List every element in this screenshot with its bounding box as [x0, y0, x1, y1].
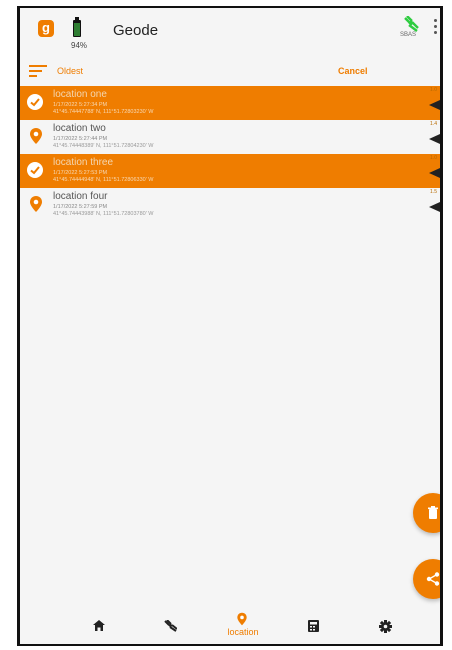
location-coords: 41°45.74447788' N, 111°51.72803230' W: [53, 109, 154, 115]
accuracy-tag: 1.0: [430, 155, 437, 161]
sort-bar: Oldest Cancel: [20, 60, 440, 86]
gps-icon[interactable]: [402, 16, 420, 32]
app-bar: g 94% Geode SBAS: [20, 8, 440, 60]
location-coords: 41°45.74444948' N, 111°51.72806330' W: [53, 177, 154, 183]
device-screen: g 94% Geode SBAS Oldest Cancel location …: [17, 6, 443, 646]
battery-icon: [73, 17, 81, 37]
location-name: location one: [53, 89, 107, 100]
nav-settings[interactable]: [366, 608, 406, 644]
location-coords: 41°45.74448389' N, 111°51.72804230' W: [53, 143, 154, 149]
pin-icon: [30, 128, 42, 144]
location-list: location one 1/17/2022 5:27:34 PM 41°45.…: [20, 86, 440, 222]
location-date: 1/17/2022 5:27:44 PM: [53, 136, 108, 142]
delete-button[interactable]: [413, 493, 440, 533]
satellite-icon: [164, 620, 177, 632]
nav-home[interactable]: [80, 608, 120, 644]
pin-icon: [237, 612, 247, 626]
location-name: location four: [53, 191, 108, 202]
chevron-left-icon[interactable]: [429, 168, 440, 178]
list-item[interactable]: location two 1/17/2022 5:27:44 PM 41°45.…: [20, 120, 440, 154]
nav-satellite[interactable]: [151, 608, 191, 644]
chevron-left-icon[interactable]: [429, 202, 440, 212]
location-coords: 41°45.74443988' N, 111°51.72803780' W: [53, 211, 154, 217]
app-title: Geode: [113, 22, 159, 39]
cancel-button[interactable]: Cancel: [338, 66, 368, 76]
nav-location-label: location: [227, 627, 259, 637]
location-name: location three: [53, 157, 114, 168]
check-icon: [27, 94, 43, 110]
nav-calculator[interactable]: [295, 608, 335, 644]
accuracy-tag: 1.4: [430, 121, 437, 127]
geode-logo[interactable]: g: [38, 20, 54, 37]
chevron-left-icon[interactable]: [429, 100, 440, 110]
pin-icon: [30, 196, 42, 212]
home-icon: [93, 620, 105, 631]
location-date: 1/17/2022 5:27:53 PM: [53, 170, 108, 176]
trash-icon: [428, 506, 438, 519]
calculator-icon: [308, 620, 319, 632]
accuracy-tag: 1.0: [430, 87, 437, 93]
sort-order-button[interactable]: Oldest: [57, 66, 83, 76]
list-item[interactable]: location four 1/17/2022 5:27:59 PM 41°45…: [20, 188, 440, 222]
more-icon[interactable]: [434, 19, 438, 35]
share-icon: [426, 572, 440, 586]
location-date: 1/17/2022 5:27:34 PM: [53, 102, 108, 108]
share-button[interactable]: [413, 559, 440, 599]
accuracy-tag: 1.5: [430, 189, 437, 195]
check-icon: [27, 162, 43, 178]
gear-icon: [379, 620, 392, 633]
nav-location[interactable]: location: [223, 608, 263, 644]
bottom-navigation: location: [20, 608, 440, 644]
list-item[interactable]: location one 1/17/2022 5:27:34 PM 41°45.…: [20, 86, 440, 120]
location-name: location two: [53, 123, 106, 134]
location-date: 1/17/2022 5:27:59 PM: [53, 204, 108, 210]
gps-status-label: SBAS: [400, 32, 417, 38]
list-item[interactable]: location three 1/17/2022 5:27:53 PM 41°4…: [20, 154, 440, 188]
battery-percent: 94%: [71, 41, 88, 50]
chevron-left-icon[interactable]: [429, 134, 440, 144]
sort-icon[interactable]: [29, 65, 47, 77]
